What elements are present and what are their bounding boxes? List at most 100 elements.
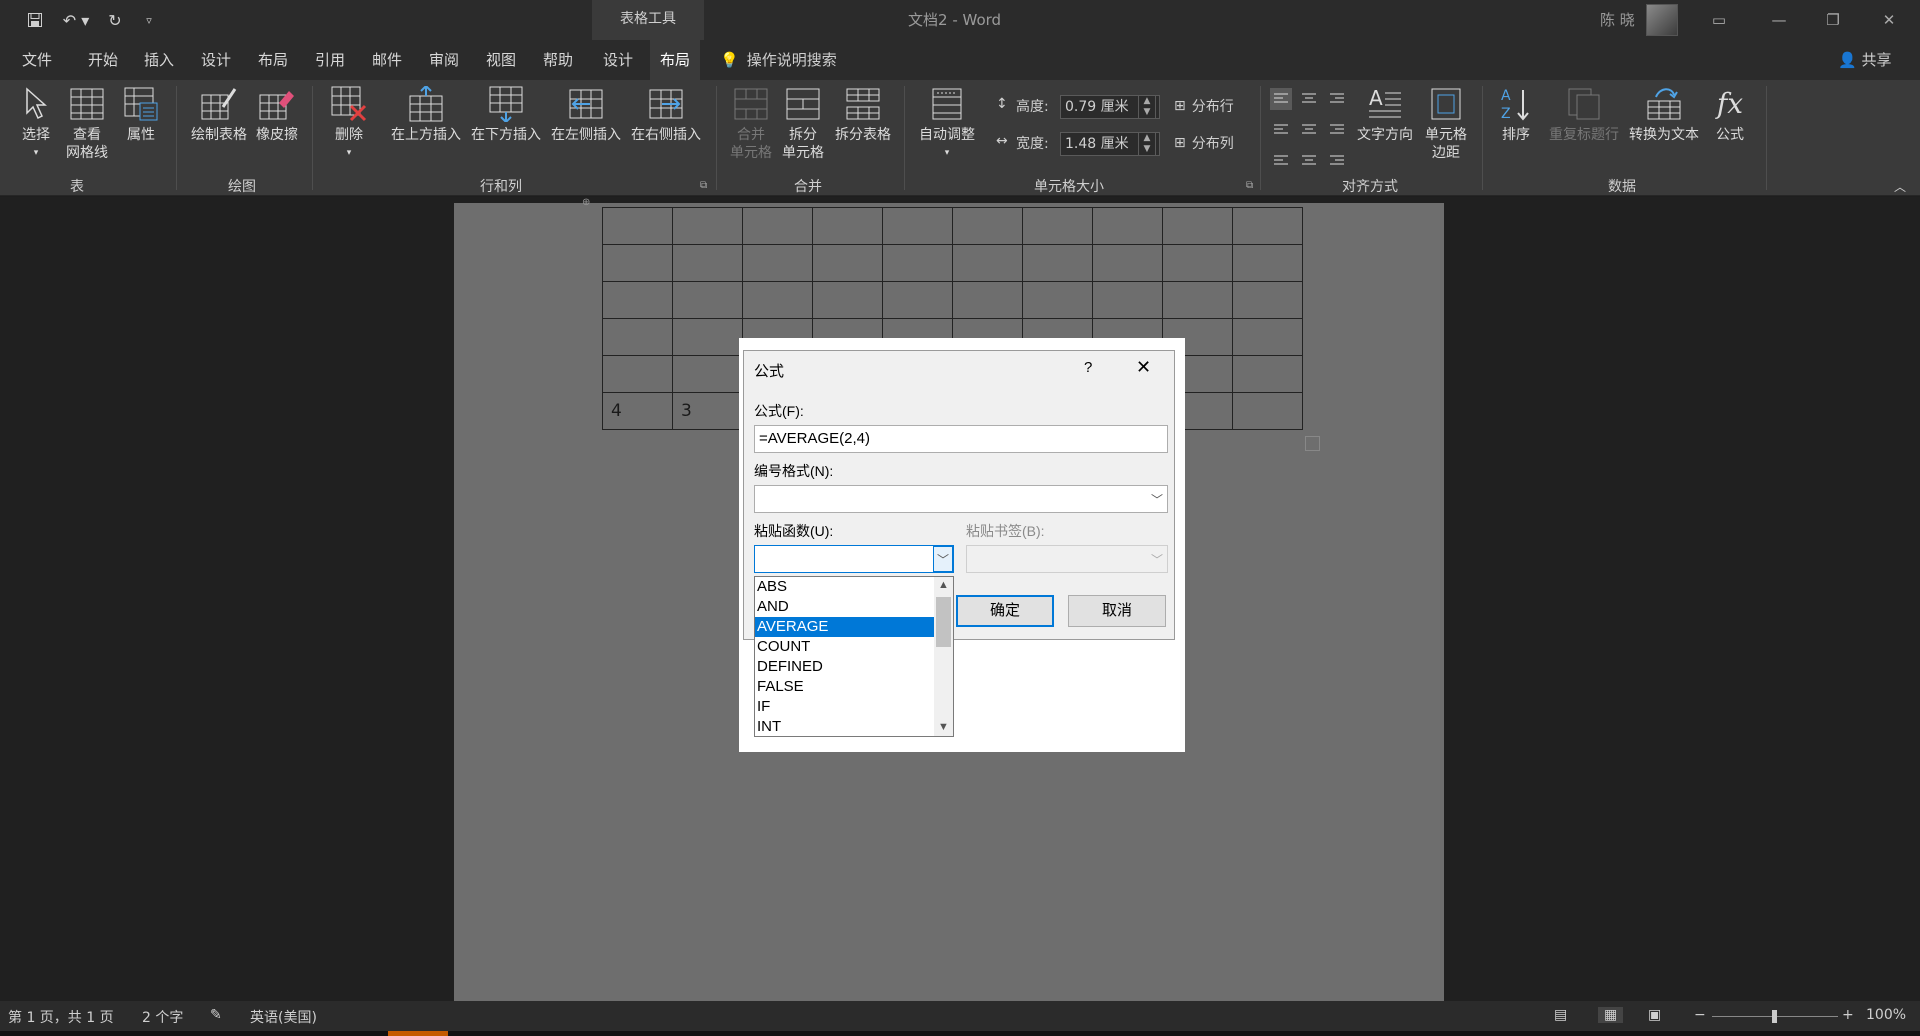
scroll-thumb[interactable] (936, 597, 951, 647)
table-cell[interactable] (672, 355, 743, 393)
user-name[interactable]: 陈 晓 (1600, 9, 1635, 30)
sort-button[interactable]: AZ 排序 (1496, 86, 1536, 144)
align-top-left-icon[interactable] (1270, 88, 1292, 110)
print-layout-icon[interactable]: ▦ (1598, 1007, 1624, 1023)
table-cell[interactable] (742, 244, 813, 282)
view-gridlines-button[interactable]: 查看 网格线 (62, 86, 112, 162)
tab-layout[interactable]: 布局 (250, 40, 296, 80)
zoom-slider-thumb[interactable] (1772, 1010, 1777, 1023)
eraser-button[interactable]: 橡皮擦 (252, 86, 302, 144)
function-option[interactable]: IF (755, 697, 935, 717)
table-cell[interactable] (742, 281, 813, 319)
insert-right-button[interactable]: 在右侧插入 (626, 86, 706, 144)
chevron-down-icon[interactable]: ﹀ (1147, 486, 1167, 512)
proofing-icon[interactable]: ✎ (210, 1007, 222, 1023)
table-cell[interactable] (1092, 207, 1163, 245)
table-cell[interactable] (1022, 281, 1093, 319)
undo-icon[interactable]: ↶ ▾ (58, 8, 94, 32)
table-cell[interactable] (1022, 207, 1093, 245)
table-cell[interactable] (742, 207, 813, 245)
tab-view[interactable]: 视图 (478, 40, 524, 80)
table-cell[interactable] (1022, 244, 1093, 282)
autofit-button[interactable]: 自动调整 ▾ (914, 86, 980, 162)
align-middle-right-icon[interactable] (1326, 118, 1348, 140)
align-middle-center-icon[interactable] (1298, 118, 1320, 140)
table-cell[interactable]: 3 (672, 392, 743, 430)
align-top-right-icon[interactable] (1326, 88, 1348, 110)
align-middle-left-icon[interactable] (1270, 118, 1292, 140)
language[interactable]: 英语(美国) (250, 1007, 317, 1027)
number-format-combo[interactable]: ﹀ (754, 485, 1168, 513)
avatar[interactable] (1646, 4, 1678, 36)
chevron-down-icon[interactable]: ﹀ (933, 546, 953, 572)
table-cell[interactable] (602, 281, 673, 319)
function-option[interactable]: DEFINED (755, 657, 935, 677)
table-cell[interactable] (602, 318, 673, 356)
tab-help[interactable]: 帮助 (535, 40, 581, 80)
distribute-cols-button[interactable]: ⊞ 分布列 (1174, 133, 1234, 153)
split-cells-button[interactable]: 拆分 单元格 (778, 86, 828, 162)
zoom-out-icon[interactable]: − (1694, 1007, 1706, 1023)
width-spinner[interactable]: ▲ ▼ (1138, 132, 1156, 156)
page-count[interactable]: 第 1 页，共 1 页 (8, 1007, 114, 1027)
scroll-down-icon[interactable]: ▼ (934, 719, 953, 736)
align-bottom-left-icon[interactable] (1270, 148, 1292, 170)
height-spinner[interactable]: ▲ ▼ (1138, 95, 1156, 119)
table-cell[interactable] (672, 244, 743, 282)
collapse-ribbon-icon[interactable]: ︿ (1894, 178, 1906, 195)
function-dropdown-list[interactable]: ABS AND AVERAGE COUNT DEFINED FALSE IF INT ▲ ▼ (754, 576, 954, 737)
table-cell[interactable] (882, 207, 953, 245)
restore-icon[interactable]: ❐ (1810, 0, 1856, 40)
distribute-rows-button[interactable]: ⊞ 分布行 (1174, 96, 1234, 116)
properties-button[interactable]: 属性 (118, 86, 164, 144)
table-cell[interactable] (952, 244, 1023, 282)
table-cell[interactable] (812, 244, 883, 282)
table-cell[interactable] (1162, 244, 1233, 282)
align-bottom-right-icon[interactable] (1326, 148, 1348, 170)
tell-me-search[interactable]: 💡 操作说明搜索 (720, 40, 837, 80)
table-cell[interactable] (1232, 355, 1303, 393)
ribbon-display-icon[interactable]: ▭ (1696, 0, 1742, 40)
tab-home[interactable]: 开始 (80, 40, 126, 80)
table-cell[interactable]: 4 (602, 392, 673, 430)
tab-review[interactable]: 审阅 (421, 40, 467, 80)
tab-design[interactable]: 设计 (193, 40, 239, 80)
tab-file[interactable]: 文件 (14, 40, 60, 80)
table-cell[interactable] (1162, 207, 1233, 245)
ok-button[interactable]: 确定 (956, 595, 1054, 627)
tab-insert[interactable]: 插入 (136, 40, 182, 80)
zoom-in-icon[interactable]: + (1842, 1007, 1854, 1023)
tab-mailings[interactable]: 邮件 (364, 40, 410, 80)
web-layout-icon[interactable]: ▣ (1648, 1007, 1661, 1023)
table-cell[interactable] (602, 355, 673, 393)
split-table-button[interactable]: 拆分表格 (830, 86, 896, 144)
close-icon[interactable]: ✕ (1136, 357, 1151, 378)
draw-table-button[interactable]: 绘制表格 (186, 86, 252, 144)
tab-references[interactable]: 引用 (307, 40, 353, 80)
delete-button[interactable]: 删除 ▾ (326, 86, 372, 162)
table-cell[interactable] (672, 281, 743, 319)
formula-button[interactable]: fx 公式 (1710, 86, 1750, 144)
function-option[interactable]: AVERAGE (755, 617, 935, 637)
dialog-launcher-icon[interactable]: ⧉ (700, 180, 707, 191)
function-option[interactable]: AND (755, 597, 935, 617)
table-cell[interactable] (1232, 281, 1303, 319)
dropdown-scrollbar[interactable]: ▲ ▼ (934, 577, 953, 736)
function-option[interactable]: FALSE (755, 677, 935, 697)
table-cell[interactable] (1232, 244, 1303, 282)
align-top-center-icon[interactable] (1298, 88, 1320, 110)
function-option[interactable]: COUNT (755, 637, 935, 657)
table-cell[interactable] (672, 318, 743, 356)
table-cell[interactable] (1232, 392, 1303, 430)
table-cell[interactable] (952, 207, 1023, 245)
convert-to-text-button[interactable]: 转换为文本 (1624, 86, 1704, 144)
table-cell[interactable] (1162, 281, 1233, 319)
share-button[interactable]: 👤 共享 (1838, 40, 1891, 80)
scroll-up-icon[interactable]: ▲ (934, 577, 953, 594)
table-cell[interactable] (882, 244, 953, 282)
tab-table-layout[interactable]: 布局 (650, 40, 700, 80)
tab-table-design[interactable]: 设计 (594, 40, 642, 80)
select-button[interactable]: 选择 ▾ (18, 86, 54, 162)
paste-function-combo[interactable]: ﹀ (754, 545, 954, 573)
cancel-button[interactable]: 取消 (1068, 595, 1166, 627)
